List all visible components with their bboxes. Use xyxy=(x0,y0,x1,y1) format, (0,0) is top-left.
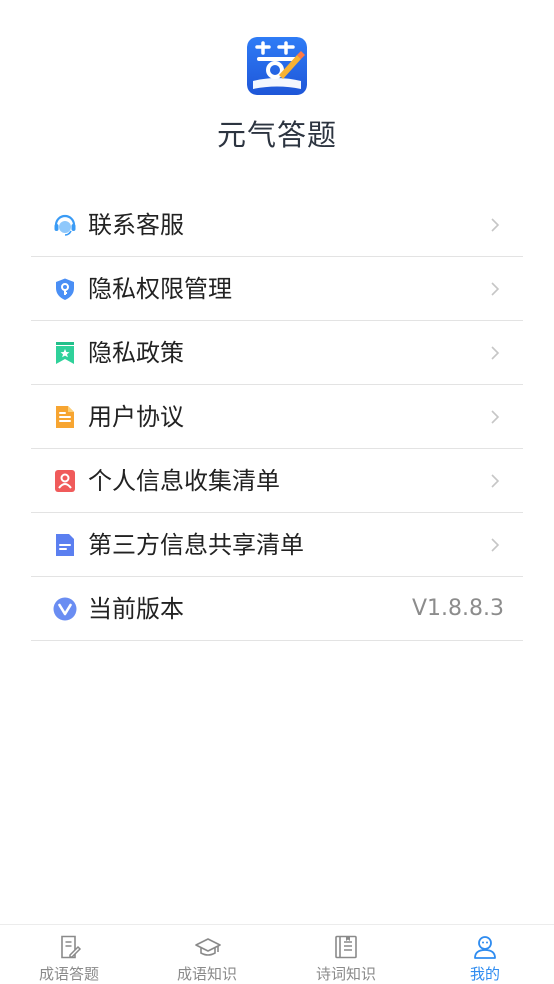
person-card-icon xyxy=(53,469,77,493)
chevron-right-icon xyxy=(489,537,501,553)
tab-mine[interactable]: 我的 xyxy=(416,925,554,984)
chevron-right-icon xyxy=(489,217,501,233)
menu-item-label: 当前版本 xyxy=(88,595,184,623)
user-icon xyxy=(473,935,497,959)
tab-label: 成语知识 xyxy=(176,965,237,983)
tab-label: 我的 xyxy=(469,965,500,983)
chevron-right-icon xyxy=(489,473,501,489)
document-icon xyxy=(53,405,77,429)
quiz-paper-icon xyxy=(58,935,82,959)
menu-item-privacy-permissions[interactable]: 隐私权限管理 xyxy=(31,257,523,321)
shield-key-icon xyxy=(53,277,77,301)
version-value: V1.8.8.3 xyxy=(411,596,504,621)
menu-item-label: 用户协议 xyxy=(88,403,184,431)
settings-menu: 联系客服 隐私权限管理 隐私政策 用户协议 个人信息收集清单 第三方信息共享清单… xyxy=(31,193,523,641)
menu-item-label: 个人信息收集清单 xyxy=(88,467,280,495)
menu-item-privacy-policy[interactable]: 隐私政策 xyxy=(31,321,523,385)
menu-item-label: 第三方信息共享清单 xyxy=(88,531,304,559)
chevron-right-icon xyxy=(489,281,501,297)
customer-service-headset-icon xyxy=(53,213,77,237)
menu-item-label: 联系客服 xyxy=(88,211,184,239)
tab-label: 成语答题 xyxy=(38,965,99,983)
chevron-right-icon xyxy=(489,409,501,425)
menu-item-third-party-sharing-list[interactable]: 第三方信息共享清单 xyxy=(31,513,523,577)
menu-item-current-version: 当前版本 V1.8.8.3 xyxy=(31,577,523,641)
menu-item-label: 隐私政策 xyxy=(88,339,184,367)
menu-item-user-agreement[interactable]: 用户协议 xyxy=(31,385,523,449)
graduation-cap-icon xyxy=(195,935,221,959)
answer-app-logo-icon xyxy=(247,37,307,95)
menu-item-customer-service[interactable]: 联系客服 xyxy=(31,193,523,257)
app-name: 元气答题 xyxy=(216,118,337,152)
app-header: 元气答题 xyxy=(0,0,554,175)
book-icon xyxy=(334,935,358,959)
tab-idiom-quiz[interactable]: 成语答题 xyxy=(0,925,138,984)
bookmark-star-icon xyxy=(53,341,77,365)
tab-idiom-knowledge[interactable]: 成语知识 xyxy=(138,925,276,984)
list-document-icon xyxy=(53,533,77,557)
tab-label: 诗词知识 xyxy=(315,965,376,983)
version-v-icon xyxy=(53,597,77,621)
menu-item-label: 隐私权限管理 xyxy=(88,275,232,303)
bottom-tab-bar: 成语答题 成语知识 诗词知识 我的 xyxy=(0,924,554,984)
tab-poetry-knowledge[interactable]: 诗词知识 xyxy=(277,925,415,984)
menu-item-personal-info-list[interactable]: 个人信息收集清单 xyxy=(31,449,523,513)
chevron-right-icon xyxy=(489,345,501,361)
